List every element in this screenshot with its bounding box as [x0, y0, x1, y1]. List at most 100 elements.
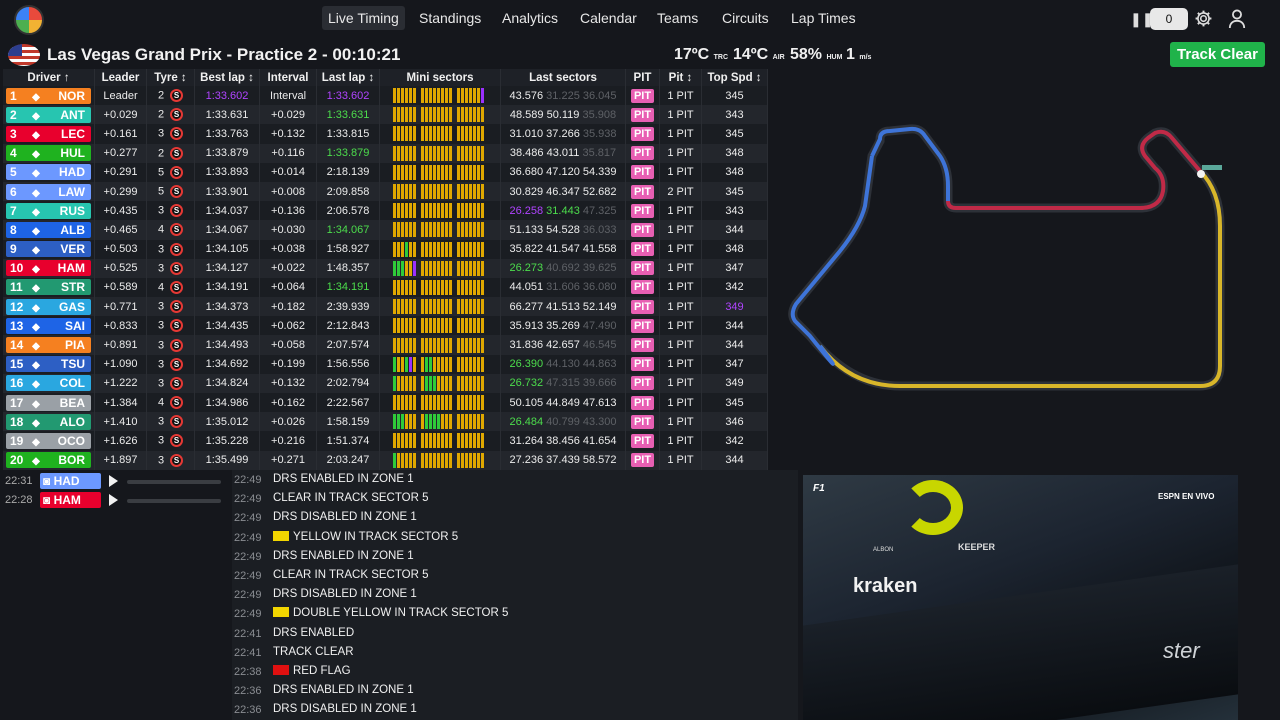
radio-progress-bar[interactable] [127, 499, 221, 503]
col-pit[interactable]: PIT [625, 69, 660, 86]
driver-cell[interactable]: 6 ◆ LAW [3, 181, 95, 202]
sector-3: 36.080 [582, 281, 617, 294]
sector-3: 36.045 [582, 89, 617, 102]
timing-row[interactable]: 1 ◆ NOR Leader 2 S 1:33.602 Interval 1:33.602 43.… [3, 86, 768, 106]
timing-row[interactable]: 2 ◆ ANT +0.029 2 S 1:33.631 +0.029 1:33.631 48.58… [3, 105, 768, 125]
col-mini-sectors[interactable]: Mini sectors [379, 69, 501, 86]
driver-cell[interactable]: 17 ◆ BEA [3, 393, 95, 413]
mini-sector [400, 126, 404, 142]
timing-row[interactable]: 6 ◆ LAW +0.299 5 S 1:33.901 +0.008 2:09.858 30.82… [3, 181, 768, 202]
col-leader[interactable]: Leader [94, 69, 147, 86]
driver-cell[interactable]: 2 ◆ ANT [3, 105, 95, 125]
timing-row[interactable]: 4 ◆ HUL +0.277 2 S 1:33.879 +0.116 1:33.879 38.48… [3, 143, 768, 163]
driver-cell[interactable]: 5 ◆ HAD [3, 162, 95, 182]
gap-to-leader: +0.771 [94, 297, 147, 317]
timing-row[interactable]: 14 ◆ PIA +0.891 3 S 1:34.493 +0.058 2:07.574 31.8… [3, 335, 768, 355]
driver-cell[interactable]: 14 ◆ PIA [3, 335, 95, 355]
rc-time: 22:49 [234, 550, 262, 563]
mini-sector [404, 241, 408, 257]
race-control-row: 22:41 DRS ENABLED [232, 624, 798, 643]
col-tyre[interactable]: Tyre ↕ [146, 69, 195, 86]
driver-cell[interactable]: 10 ◆ HAM [3, 258, 95, 278]
col-pit-count[interactable]: Pit ↕ [659, 69, 702, 86]
mini-sector [476, 184, 480, 200]
timing-row[interactable]: 5 ◆ HAD +0.291 5 S 1:33.893 +0.014 2:18.139 36.68… [3, 162, 768, 182]
mini-sector [464, 241, 468, 257]
timing-row[interactable]: 18 ◆ ALO +1.410 3 S 1:35.012 +0.026 1:58.159 26.4… [3, 412, 768, 432]
driver-tag: 11 ◆ STR [6, 279, 91, 296]
track-sector-blue-2 [790, 155, 874, 366]
mini-sector [480, 279, 484, 295]
driver-cell[interactable]: 11 ◆ STR [3, 277, 95, 298]
pit-badge: PIT [630, 203, 655, 218]
driver-cell[interactable]: 16 ◆ COL [3, 373, 95, 393]
mini-sector-group [420, 241, 452, 257]
usa-flag-icon [8, 44, 40, 66]
timing-row[interactable]: 8 ◆ ALB +0.465 4 S 1:34.067 +0.030 1:34.067 51.13… [3, 220, 768, 240]
nav-circuits[interactable]: Circuits [722, 10, 769, 26]
sector-2: 38.456 [546, 434, 580, 447]
mini-sector [400, 356, 404, 372]
sector-1: 38.486 [509, 147, 544, 160]
col-top-speed[interactable]: Top Spd ↕ [701, 69, 768, 86]
driver-cell[interactable]: 8 ◆ ALB [3, 220, 95, 240]
col-interval[interactable]: Interval [259, 69, 317, 86]
nav-calendar[interactable]: Calendar [580, 10, 637, 26]
app-logo[interactable] [14, 5, 44, 35]
mini-sector [444, 203, 448, 219]
onboard-video[interactable]: F1 ESPN EN VIVO ALBON KEEPER kraken ster [803, 475, 1238, 720]
timing-row[interactable]: 7 ◆ RUS +0.435 3 S 1:34.037 +0.136 2:06.578 26.25… [3, 201, 768, 221]
col-last-lap[interactable]: Last lap ↕ [316, 69, 380, 86]
mini-sector [396, 452, 400, 468]
timing-row[interactable]: 16 ◆ COL +1.222 3 S 1:34.824 +0.132 2:02.794 26.7… [3, 373, 768, 393]
gear-icon[interactable] [1194, 9, 1213, 28]
driver-cell[interactable]: 15 ◆ TSU [3, 354, 95, 374]
mini-sector [448, 279, 452, 295]
driver-cell[interactable]: 1 ◆ NOR [3, 86, 95, 106]
tyre-cell: 4S [146, 220, 195, 240]
nav-teams[interactable]: Teams [657, 10, 698, 26]
col-last-sectors[interactable]: Last sectors [500, 69, 626, 86]
timing-row[interactable]: 15 ◆ TSU +1.090 3 S 1:34.692 +0.199 1:56.556 26.3… [3, 354, 768, 374]
driver-cell[interactable]: 7 ◆ RUS [3, 201, 95, 221]
timing-row[interactable]: 17 ◆ BEA +1.384 4 S 1:34.986 +0.162 2:22.567 50.1… [3, 393, 768, 413]
mini-sector [480, 203, 484, 219]
mini-sector [392, 337, 396, 353]
mini-sector [468, 452, 472, 468]
driver-cell[interactable]: 3 ◆ LEC [3, 124, 95, 144]
mini-sector [456, 356, 460, 372]
driver-cell[interactable]: 9 ◆ VER [3, 239, 95, 259]
user-icon[interactable] [1228, 9, 1246, 29]
driver-cell[interactable]: 13 ◆ SAI [3, 316, 95, 336]
delay-counter[interactable]: 0 [1150, 8, 1188, 30]
mini-sector [436, 222, 440, 238]
driver-cell[interactable]: 12 ◆ GAS [3, 297, 95, 317]
driver-cell[interactable]: 18 ◆ ALO [3, 412, 95, 432]
mini-sector [448, 414, 452, 430]
timing-row[interactable]: 19 ◆ OCO +1.626 3 S 1:35.228 +0.216 1:51.374 31.2… [3, 431, 768, 451]
timing-row[interactable]: 10 ◆ HAM +0.525 3 S 1:34.127 +0.022 1:48.357 26.2… [3, 258, 768, 278]
driver-cell[interactable]: 19 ◆ OCO [3, 431, 95, 451]
timing-row[interactable]: 20 ◆ BOR +1.897 3 S 1:35.499 +0.271 2:03.247 27.2… [3, 450, 768, 470]
play-icon[interactable] [109, 494, 118, 506]
mini-sector [476, 414, 480, 430]
nav-standings[interactable]: Standings [419, 10, 481, 26]
timing-row[interactable]: 12 ◆ GAS +0.771 3 S 1:34.373 +0.182 2:39.939 66.2… [3, 297, 768, 317]
sponsor-tail: ster [1163, 638, 1200, 663]
mini-sector [444, 318, 448, 334]
radio-progress-bar[interactable] [127, 480, 221, 484]
col-driver[interactable]: Driver ↑ [3, 69, 95, 86]
nav-lap-times[interactable]: Lap Times [791, 10, 856, 26]
col-best-lap[interactable]: Best lap ↕ [194, 69, 260, 86]
nav-live-timing[interactable]: Live Timing [322, 6, 405, 30]
soft-tyre-icon: S [170, 300, 184, 314]
timing-row[interactable]: 11 ◆ STR +0.589 4 S 1:34.191 +0.064 1:34.191 44.0… [3, 277, 768, 298]
timing-row[interactable]: 9 ◆ VER +0.503 3 S 1:34.105 +0.038 1:58.927 35.82… [3, 239, 768, 259]
driver-cell[interactable]: 4 ◆ HUL [3, 143, 95, 163]
nav-analytics[interactable]: Analytics [502, 10, 558, 26]
timing-row[interactable]: 3 ◆ LEC +0.161 3 S 1:33.763 +0.132 1:33.815 31.01… [3, 124, 768, 144]
timing-row[interactable]: 13 ◆ SAI +0.833 3 S 1:34.435 +0.062 2:12.843 35.9… [3, 316, 768, 336]
play-icon[interactable] [109, 475, 118, 487]
driver-cell[interactable]: 20 ◆ BOR [3, 450, 95, 470]
last-lap: 1:58.159 [316, 412, 380, 432]
